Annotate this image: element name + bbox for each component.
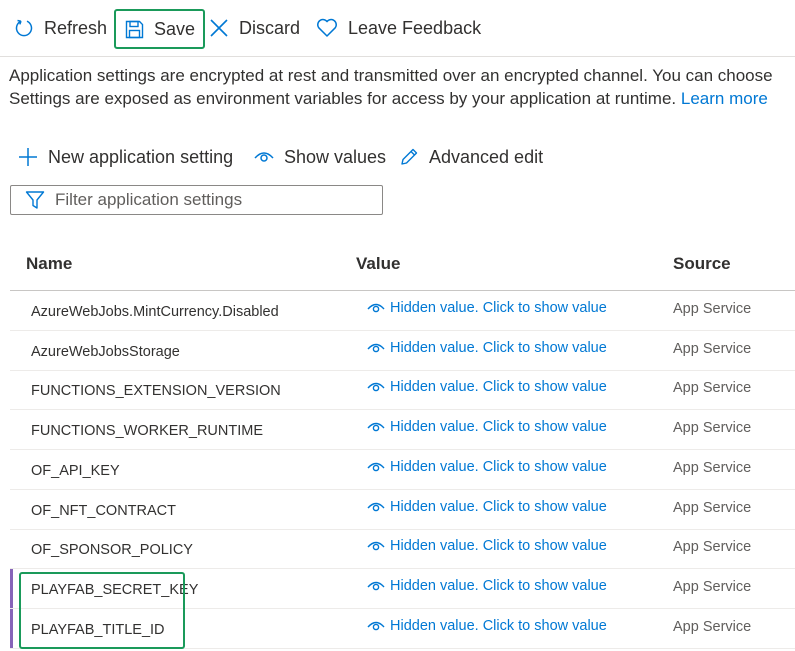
table-row[interactable]: AzureWebJobs.MintCurrency.Disabled Hidden… <box>10 291 795 331</box>
hidden-value-label: Hidden value. Click to show value <box>390 339 607 356</box>
eye-icon <box>367 383 385 392</box>
table-row[interactable]: OF_NFT_CONTRACT Hidden value. Click to sh… <box>10 490 795 530</box>
table-row[interactable]: OF_API_KEY Hidden value. Click to show va… <box>10 450 795 490</box>
show-values-label: Show values <box>284 146 387 167</box>
refresh-label: Refresh <box>44 17 108 38</box>
setting-source: App Service <box>673 340 752 357</box>
save-icon <box>125 20 144 38</box>
hidden-value-link[interactable]: Hidden value. Click to show value <box>367 379 607 395</box>
setting-name[interactable]: OF_API_KEY <box>31 463 120 479</box>
discard-label: Discard <box>239 17 301 38</box>
advanced-edit-button[interactable]: Advanced edit <box>399 140 543 174</box>
description-line-2: Settings are exposed as environment vari… <box>9 89 677 108</box>
setting-name[interactable]: PLAYFAB_SECRET_KEY <box>31 582 198 598</box>
new-setting-label: New application setting <box>48 146 234 167</box>
eye-icon <box>254 152 274 162</box>
eye-icon <box>367 422 385 432</box>
eye-icon <box>367 621 385 630</box>
hidden-value-link[interactable]: Hidden value. Click to show value <box>367 578 607 594</box>
filter-input[interactable] <box>55 190 355 210</box>
setting-source: App Service <box>673 420 752 437</box>
hidden-value-link[interactable]: Hidden value. Click to show value <box>367 340 607 356</box>
setting-source: App Service <box>673 380 752 397</box>
hidden-value-label: Hidden value. Click to show value <box>390 577 607 594</box>
heart-icon <box>317 18 337 37</box>
setting-name[interactable]: PLAYFAB_TITLE_ID <box>31 622 165 638</box>
filter-box[interactable] <box>10 185 383 215</box>
hidden-value-link[interactable]: Hidden value. Click to show value <box>367 499 607 515</box>
eye-icon <box>367 343 385 352</box>
table-row[interactable]: OF_SPONSOR_POLICY Hidden value. Click to … <box>10 529 795 570</box>
setting-name[interactable]: OF_NFT_CONTRACT <box>31 503 176 519</box>
save-button[interactable]: Save <box>114 9 206 49</box>
hidden-value-label: Hidden value. Click to show value <box>390 300 607 316</box>
setting-name[interactable]: AzureWebJobs.MintCurrency.Disabled <box>31 304 279 320</box>
learn-more-link[interactable]: Learn more <box>681 89 768 108</box>
setting-source: App Service <box>673 301 752 317</box>
table-row[interactable]: PLAYFAB_TITLE_ID Hidden value. Click to s… <box>10 608 795 649</box>
setting-source: App Service <box>673 459 752 476</box>
refresh-icon <box>15 19 33 37</box>
setting-name[interactable]: OF_SPONSOR_POLICY <box>31 542 193 558</box>
leave-feedback-button[interactable]: Leave Feedback <box>316 8 481 48</box>
hidden-value-link[interactable]: Hidden value. Click to show value <box>367 300 607 316</box>
discard-button[interactable]: Discard <box>209 8 300 48</box>
setting-source: App Service <box>673 578 752 595</box>
hidden-value-label: Hidden value. Click to show value <box>390 419 607 436</box>
eye-icon <box>367 462 385 472</box>
hidden-value-label: Hidden value. Click to show value <box>390 498 607 515</box>
description-line-1: Application settings are encrypted at re… <box>9 66 773 85</box>
new-application-setting-button[interactable]: New application setting <box>18 140 233 174</box>
hidden-value-label: Hidden value. Click to show value <box>390 617 607 634</box>
hidden-value-link[interactable]: Hidden value. Click to show value <box>367 538 607 554</box>
close-icon <box>210 19 228 37</box>
refresh-button[interactable]: Refresh <box>14 8 107 48</box>
filter-icon <box>25 191 45 209</box>
column-header-source[interactable]: Source <box>673 254 731 274</box>
eye-icon <box>367 581 385 591</box>
hidden-value-label: Hidden value. Click to show value <box>390 458 607 475</box>
column-header-value[interactable]: Value <box>356 254 400 274</box>
description: Application settings are encrypted at re… <box>9 64 795 110</box>
eye-icon <box>367 502 385 511</box>
pencil-icon <box>401 148 418 165</box>
table-row[interactable]: FUNCTIONS_WORKER_RUNTIME Hidden value. Cl… <box>10 410 795 451</box>
eye-icon <box>367 303 385 313</box>
table-row[interactable]: AzureWebJobsStorage Hidden value. Click t… <box>10 331 795 371</box>
setting-source: App Service <box>673 618 752 635</box>
hidden-value-link[interactable]: Hidden value. Click to show value <box>367 419 607 435</box>
hidden-value-label: Hidden value. Click to show value <box>390 379 607 396</box>
plus-icon <box>19 148 37 166</box>
show-values-button[interactable]: Show values <box>254 140 386 174</box>
hidden-value-link[interactable]: Hidden value. Click to show value <box>367 618 607 634</box>
save-label: Save <box>154 18 196 39</box>
column-header-name[interactable]: Name <box>26 254 72 274</box>
advanced-edit-label: Advanced edit <box>429 146 544 167</box>
setting-name[interactable]: FUNCTIONS_EXTENSION_VERSION <box>31 383 281 399</box>
setting-source: App Service <box>673 499 752 516</box>
table-row[interactable]: FUNCTIONS_EXTENSION_VERSION Hidden value.… <box>10 370 795 411</box>
setting-name[interactable]: AzureWebJobsStorage <box>31 344 180 360</box>
feedback-label: Leave Feedback <box>348 17 482 38</box>
table-row[interactable]: PLAYFAB_SECRET_KEY Hidden value. Click to… <box>10 568 795 609</box>
hidden-value-link[interactable]: Hidden value. Click to show value <box>367 459 607 475</box>
setting-name[interactable]: FUNCTIONS_WORKER_RUNTIME <box>31 423 263 439</box>
eye-icon <box>367 541 385 551</box>
hidden-value-label: Hidden value. Click to show value <box>390 538 607 555</box>
setting-source: App Service <box>673 539 752 556</box>
command-bar: Refresh Save Discard Leave Feedback <box>0 0 795 57</box>
